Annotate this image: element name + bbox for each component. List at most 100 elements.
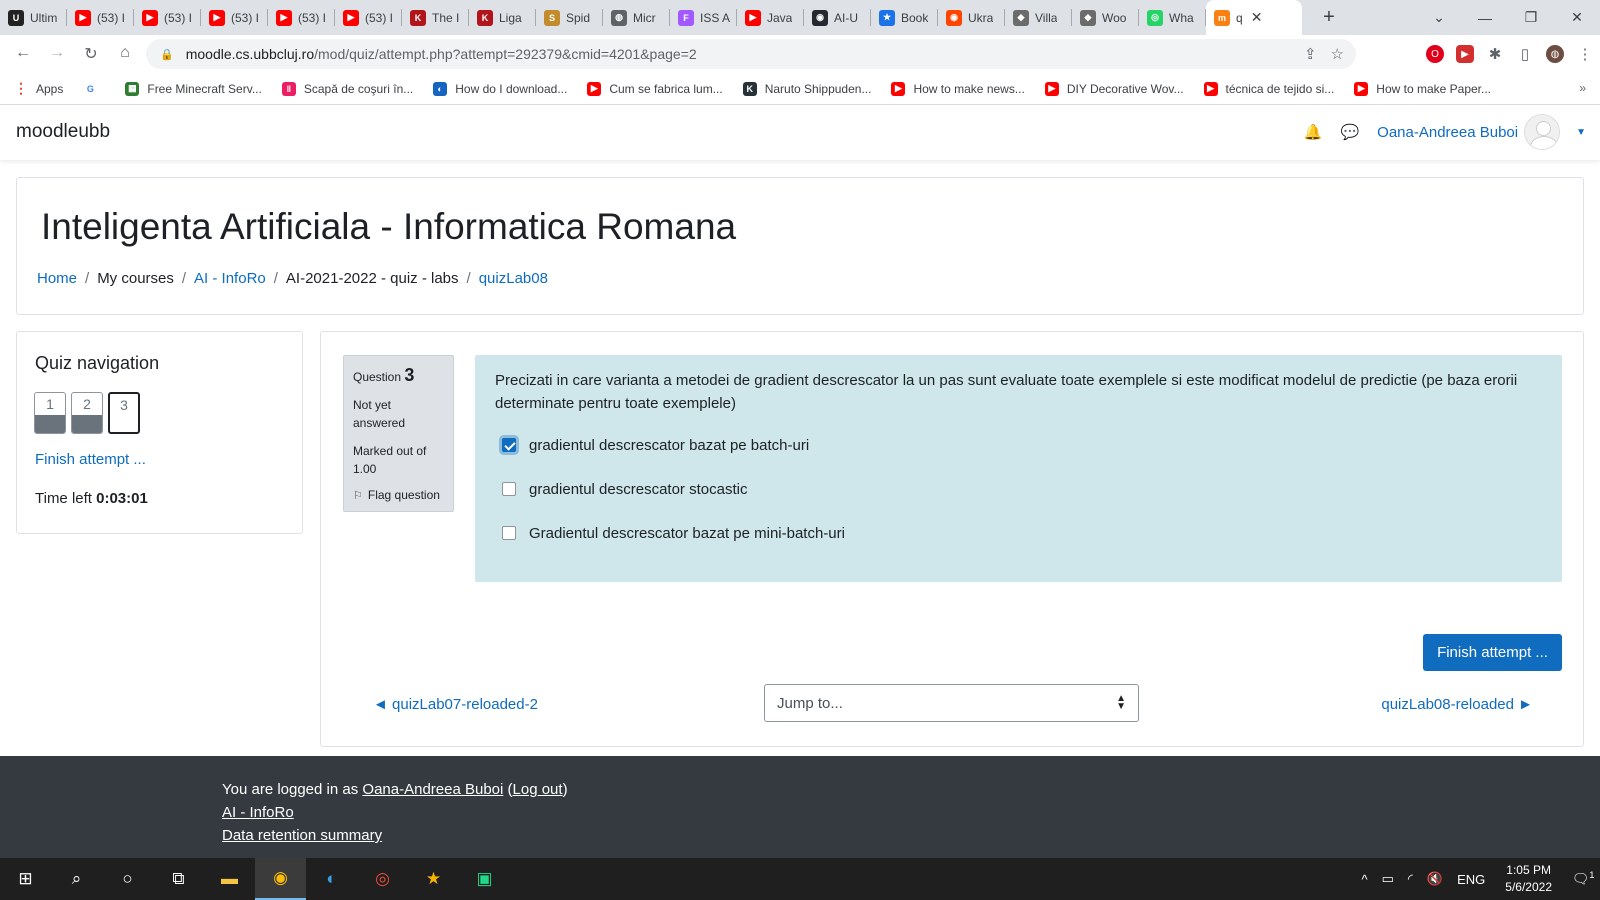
- browser-tab[interactable]: ◍ Micr: [603, 0, 670, 35]
- bookmark-item[interactable]: ‖ Scapă de coşuri în...: [281, 81, 413, 96]
- browser-tab[interactable]: ▶ Java: [737, 0, 804, 35]
- breadcrumb-home[interactable]: Home: [37, 270, 77, 287]
- restore-button[interactable]: ❐: [1508, 9, 1554, 26]
- finish-attempt-link[interactable]: Finish attempt ...: [35, 451, 146, 468]
- browser-tab[interactable]: S Spid: [536, 0, 603, 35]
- close-window-button[interactable]: ✕: [1554, 9, 1600, 26]
- avatar[interactable]: [1524, 114, 1561, 150]
- messages-icon[interactable]: 💬: [1340, 123, 1359, 141]
- new-tab-button[interactable]: +: [1314, 3, 1344, 33]
- windows-start-icon[interactable]: ⊞: [0, 858, 51, 900]
- bookmark-item[interactable]: ▦ Free Minecraft Serv...: [125, 81, 262, 96]
- task-view-icon[interactable]: ⧉: [153, 858, 204, 900]
- video-extension-icon[interactable]: ▶: [1456, 45, 1474, 63]
- forward-icon[interactable]: →: [40, 44, 74, 64]
- lock-icon[interactable]: 🔒: [160, 48, 174, 61]
- bookmark-star-icon[interactable]: ☆: [1331, 45, 1344, 63]
- bookmarks-overflow-icon[interactable]: »: [1579, 81, 1586, 95]
- volume-muted-icon[interactable]: 🔇: [1427, 871, 1443, 887]
- reload-icon[interactable]: ↻: [74, 44, 108, 64]
- user-name-link[interactable]: Oana-Andreea Buboi: [1377, 124, 1518, 141]
- language-indicator[interactable]: ENG: [1457, 872, 1485, 887]
- data-retention-link[interactable]: Data retention summary: [222, 827, 382, 844]
- star-app-icon[interactable]: ★: [408, 858, 459, 900]
- footer-user-link[interactable]: Oana-Andreea Buboi: [362, 781, 503, 798]
- jump-to-select[interactable]: Jump to... ▲ ▼: [764, 684, 1139, 722]
- browser-tab[interactable]: ▶ (53) I: [67, 0, 134, 35]
- finish-attempt-button[interactable]: Finish attempt ...: [1423, 634, 1562, 671]
- quiz-nav-button-3[interactable]: 3: [108, 392, 140, 434]
- menu-kebab-icon[interactable]: ⋮: [1576, 45, 1594, 63]
- previous-activity-link[interactable]: ◄ quizLab07-reloaded-2: [373, 696, 538, 713]
- browser-tab[interactable]: ◆ Villa: [1005, 0, 1072, 35]
- cortana-icon[interactable]: ○: [102, 858, 153, 900]
- flag-question-button[interactable]: ⚐ Flag question: [353, 488, 444, 502]
- side-panel-icon[interactable]: ▯: [1516, 45, 1534, 63]
- browser-tab[interactable]: ◉ AI-U: [804, 0, 871, 35]
- home-icon[interactable]: ⌂: [108, 44, 142, 64]
- chrome-icon[interactable]: ◉: [255, 858, 306, 900]
- answer-label-1[interactable]: gradientul descrescator bazat pe batch-u…: [529, 437, 809, 454]
- puzzle-icon[interactable]: ✱: [1486, 45, 1504, 63]
- notification-center-icon[interactable]: 🗨1: [1566, 870, 1600, 888]
- notifications-bell-icon[interactable]: 🔔: [1304, 123, 1323, 141]
- answer-option-1[interactable]: gradientul descrescator bazat pe batch-u…: [495, 434, 1542, 456]
- answer-option-2[interactable]: gradientul descrescator stocastic: [495, 478, 1542, 500]
- browser-tab[interactable]: K The I: [402, 0, 469, 35]
- battery-icon[interactable]: ▭: [1382, 871, 1394, 887]
- bookmark-item[interactable]: K Naruto Shippuden...: [742, 81, 871, 96]
- browser-tab[interactable]: ◆ Woo: [1072, 0, 1139, 35]
- back-icon[interactable]: ←: [6, 44, 40, 64]
- site-brand[interactable]: moodleubb: [16, 121, 110, 143]
- footer-course-link[interactable]: AI - InfoRo: [222, 804, 294, 821]
- minimize-button[interactable]: —: [1462, 10, 1508, 26]
- bookmark-item[interactable]: ▶ técnica de tejido si...: [1203, 81, 1334, 96]
- bookmark-item[interactable]: ▶ How to make news...: [891, 81, 1025, 96]
- bookmark-item[interactable]: ▶ DIY Decorative Wov...: [1044, 81, 1184, 96]
- logout-link[interactable]: Log out: [513, 781, 563, 798]
- bookmark-item[interactable]: ▶ Cum se fabrica lum...: [587, 81, 723, 96]
- chevron-up-icon[interactable]: ^: [1361, 872, 1367, 887]
- browser-tab[interactable]: ▶ (53) I: [335, 0, 402, 35]
- answer-checkbox-1[interactable]: [502, 438, 516, 452]
- opera-browser-icon[interactable]: ◎: [357, 858, 408, 900]
- browser-tab[interactable]: ▶ (53) I: [268, 0, 335, 35]
- browser-tab[interactable]: ★ Book: [871, 0, 938, 35]
- browser-tab[interactable]: K Liga: [469, 0, 536, 35]
- breadcrumb-course[interactable]: AI - InfoRo: [194, 270, 266, 287]
- bookmark-item[interactable]: ◐ How do I download...: [433, 81, 567, 96]
- opera-extension-icon[interactable]: O: [1426, 45, 1444, 63]
- next-activity-link[interactable]: quizLab08-reloaded ►: [1381, 696, 1533, 713]
- search-icon[interactable]: ⌕: [51, 858, 102, 900]
- answer-option-3[interactable]: Gradientul descrescator bazat pe mini-ba…: [495, 522, 1542, 544]
- answer-checkbox-2[interactable]: [502, 482, 516, 496]
- browser-tab[interactable]: m q ✕: [1206, 0, 1302, 35]
- wifi-icon[interactable]: ◜: [1408, 871, 1413, 887]
- chevron-down-icon[interactable]: ▼: [1576, 127, 1586, 138]
- clock[interactable]: 1:05 PM 5/6/2022: [1505, 862, 1552, 896]
- answer-label-2[interactable]: gradientul descrescator stocastic: [529, 481, 747, 498]
- bookmark-item[interactable]: ▶ How to make Paper...: [1354, 81, 1491, 96]
- browser-tab[interactable]: ▶ (53) I: [134, 0, 201, 35]
- browser-tab[interactable]: U Ultim: [0, 0, 67, 35]
- file-explorer-icon[interactable]: ▬: [204, 858, 255, 900]
- browser-tab[interactable]: F ISS A: [670, 0, 737, 35]
- quiz-nav-button-1[interactable]: 1: [34, 392, 66, 434]
- browser-tab[interactable]: ◉ Ukra: [938, 0, 1005, 35]
- breadcrumb-quiz[interactable]: quizLab08: [479, 270, 548, 287]
- pycharm-icon[interactable]: ▣: [459, 858, 510, 900]
- browser-tab[interactable]: ◎ Wha: [1139, 0, 1206, 35]
- share-icon[interactable]: ⇪: [1304, 45, 1317, 63]
- answer-label-3[interactable]: Gradientul descrescator bazat pe mini-ba…: [529, 525, 845, 542]
- bookmark-item[interactable]: G: [83, 81, 105, 96]
- tab-search-icon[interactable]: ⌄: [1416, 9, 1462, 26]
- profile-avatar-icon[interactable]: ◍: [1546, 45, 1564, 63]
- edge-icon[interactable]: ◐: [306, 858, 357, 900]
- bookmark-item[interactable]: ⋮ Apps: [14, 80, 63, 96]
- close-tab-icon[interactable]: ✕: [1251, 9, 1263, 26]
- answer-checkbox-3[interactable]: [502, 526, 516, 540]
- address-bar[interactable]: 🔒 moodle.cs.ubbcluj.ro/mod/quiz/attempt.…: [146, 39, 1356, 69]
- question-number: Question 3: [353, 365, 444, 386]
- quiz-nav-button-2[interactable]: 2: [71, 392, 103, 434]
- browser-tab[interactable]: ▶ (53) I: [201, 0, 268, 35]
